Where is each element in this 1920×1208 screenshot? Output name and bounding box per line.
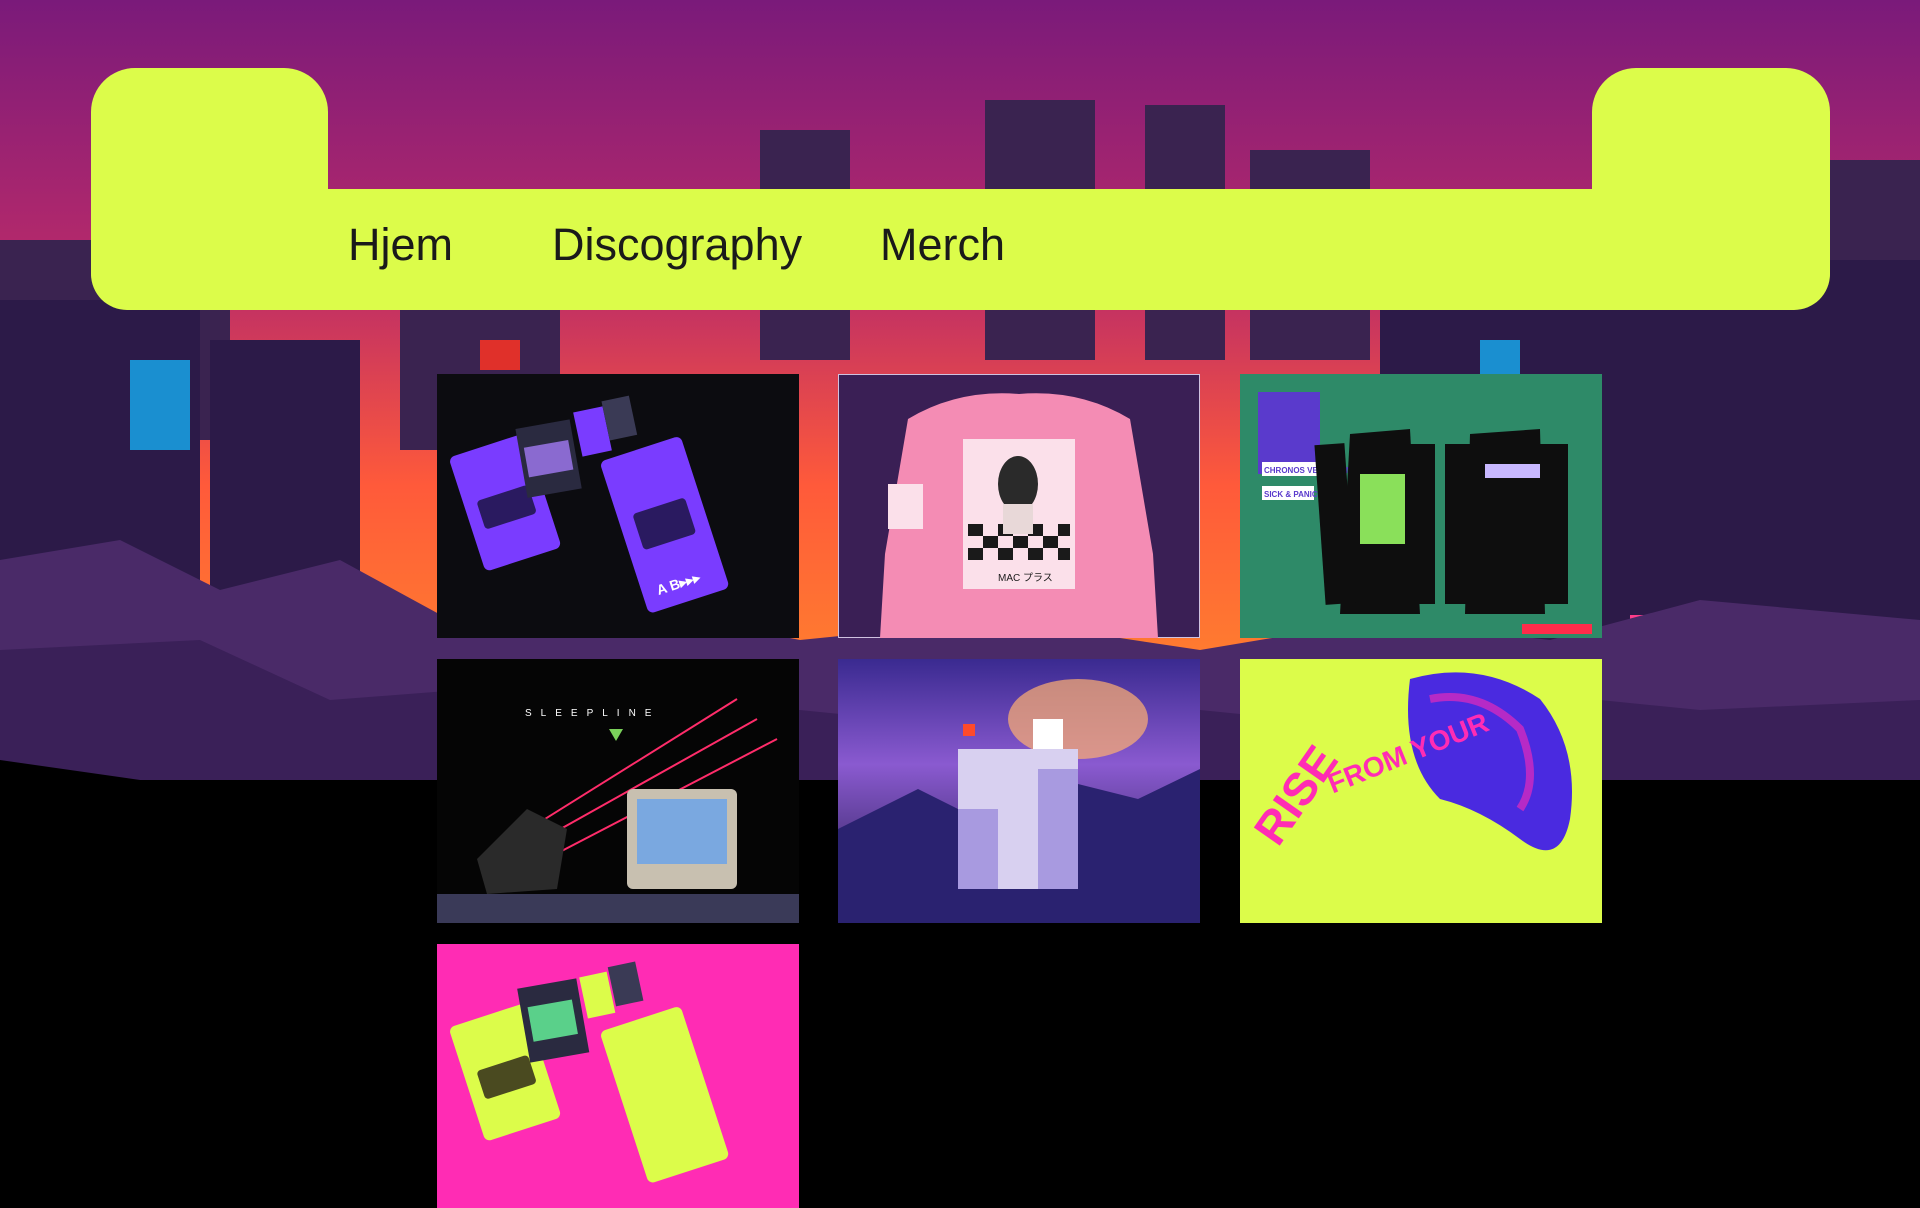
gallery-item-voxel-castle[interactable] — [838, 659, 1200, 923]
sweatshirt-print-text: MAC プラス — [998, 572, 1053, 584]
black-longsleeves-image: CHRONOS VERMILION SICK & PANIC — [1240, 374, 1602, 638]
gallery-item-cassette-yellow[interactable] — [437, 944, 799, 1208]
gallery-item-rise-from-your-grave[interactable]: RISE FROM YOUR — [1240, 659, 1602, 923]
voxel-castle-image — [838, 659, 1200, 923]
sleepline-cover-image: SLEEPLINE — [437, 659, 799, 923]
gallery-item-pink-sweatshirt[interactable]: MAC プラス — [838, 374, 1200, 638]
sleepline-title: SLEEPLINE — [525, 708, 660, 719]
gallery-item-cassette-purple[interactable]: A B▸▸▸ — [437, 374, 799, 638]
cassette-yellow-image — [437, 944, 799, 1208]
gallery-item-black-longsleeves[interactable]: CHRONOS VERMILION SICK & PANIC — [1240, 374, 1602, 638]
cassette-purple-image: A B▸▸▸ — [437, 374, 799, 638]
sick-panic-label: SICK & PANIC — [1264, 490, 1318, 499]
nav-link-discography[interactable]: Discography — [552, 215, 802, 275]
gallery-item-sleepline-cover[interactable]: SLEEPLINE — [437, 659, 799, 923]
rise-from-your-grave-image: RISE FROM YOUR — [1240, 659, 1602, 923]
pink-sweatshirt-image: MAC プラス — [838, 374, 1200, 638]
nav-link-merch[interactable]: Merch — [880, 215, 1005, 275]
nav-link-home[interactable]: Hjem — [348, 215, 453, 275]
